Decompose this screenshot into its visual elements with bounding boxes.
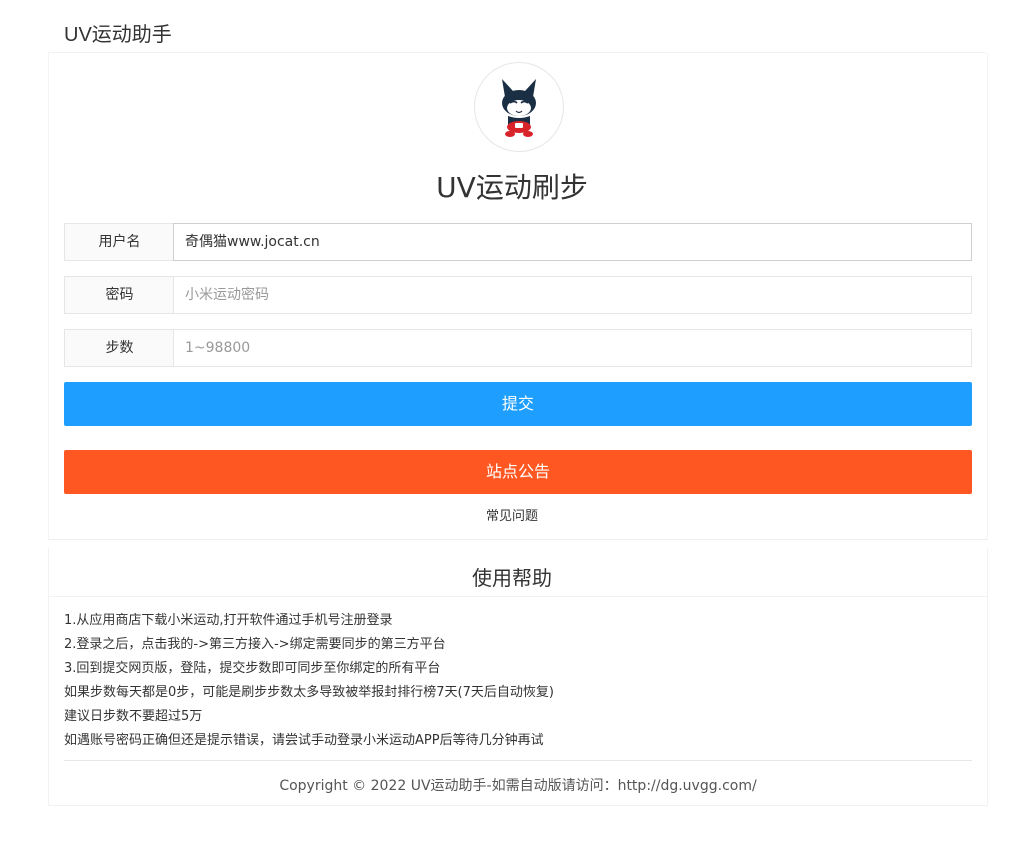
help-item: 如果步数每天都是0步，可能是刷步步数太多导致被举报封排行榜7天(7天后自动恢复)	[64, 685, 554, 700]
help-item: 建议日步数不要超过5万	[64, 709, 203, 724]
help-item: 3.回到提交网页版，登陆，提交步数即可同步至你绑定的所有平台	[64, 661, 441, 676]
password-label: 密码	[64, 276, 174, 314]
cat-logo-icon	[502, 79, 536, 137]
divider	[48, 596, 988, 597]
steps-input[interactable]	[173, 329, 972, 367]
username-row: 用户名	[64, 223, 972, 261]
cat-mascot-logo	[474, 62, 564, 152]
page-title: UV运动刷步	[436, 171, 588, 204]
app-title: UV运动助手	[64, 24, 172, 46]
password-input[interactable]	[173, 276, 972, 314]
username-input[interactable]	[173, 223, 972, 261]
help-title: 使用帮助	[472, 566, 552, 590]
help-item: 如遇账号密码正确但还是提示错误，请尝试手动登录小米运动APP后等待几分钟再试	[64, 733, 544, 748]
help-item: 2.登录之后，点击我的->第三方接入->绑定需要同步的第三方平台	[64, 637, 446, 652]
faq-link[interactable]: 常见问题	[0, 505, 1024, 524]
steps-label: 步数	[64, 329, 174, 367]
footer-divider	[64, 760, 972, 761]
help-list: 1.从应用商店下载小米运动,打开软件通过手机号注册登录 2.登录之后，点击我的-…	[64, 609, 554, 753]
header-bar: UV运动助手	[48, 8, 986, 53]
submit-button[interactable]: 提交	[64, 382, 972, 426]
copyright-text: Copyright © 2022 UV运动助手-如需自动版请访问：http://…	[279, 778, 757, 794]
site-notice-button[interactable]: 站点公告	[64, 450, 972, 494]
help-item: 1.从应用商店下载小米运动,打开软件通过手机号注册登录	[64, 613, 393, 628]
username-label: 用户名	[64, 223, 174, 261]
steps-row: 步数	[64, 329, 972, 367]
password-row: 密码	[64, 276, 972, 314]
